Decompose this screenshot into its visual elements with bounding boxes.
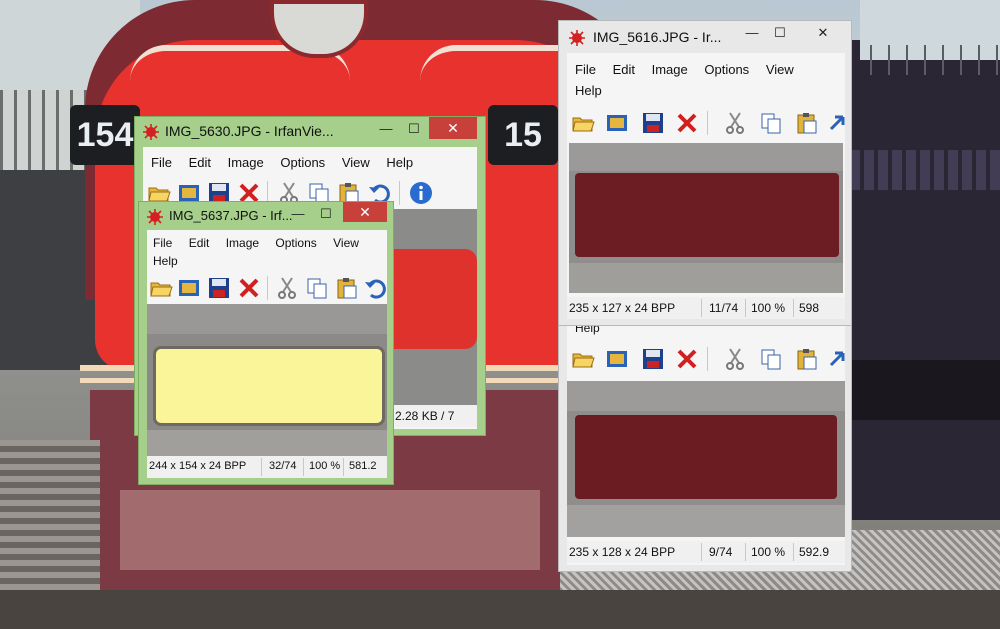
maximize-button[interactable]: ☐ [401,120,427,138]
irfanview-app-icon [569,30,585,46]
save-icon[interactable] [641,347,665,371]
delete-icon[interactable] [675,111,699,135]
title-bar[interactable]: IMG_5630.JPG - IrfanVie... — ☐ ✕ [135,117,485,147]
menu-file[interactable]: File [153,236,172,250]
open-folder-icon[interactable] [571,111,595,135]
menu-file[interactable]: File [575,62,596,77]
delete-icon[interactable] [675,347,699,371]
menu-options[interactable]: Options [280,155,325,170]
title-bar[interactable]: IMG_5616.JPG - Ir... — ☐ ✕ [559,21,851,51]
window-title: IMG_5630.JPG - IrfanVie... [165,123,334,139]
status-zoom: 100 % [309,460,341,472]
menu-bar: File Edit Image Options View Help [575,59,845,101]
open-folder-icon[interactable] [149,276,173,300]
status-file-size: 598 [799,301,820,315]
cut-icon[interactable] [723,347,747,371]
slideshow-icon[interactable] [605,347,629,371]
menu-edit[interactable]: Edit [189,155,211,170]
irfanview-window-img5637[interactable]: IMG_5637.JPG - Irf... — ☐ ✕ File Edit Im… [138,201,394,485]
toolbar [147,272,387,302]
number-board-right: 15 [488,105,558,165]
status-bar: 235 x 127 x 24 BPP 11/74 100 % 598 [567,297,845,319]
paste-icon[interactable] [335,276,359,300]
window-client-area: File Edit Image Options View Help 235 x … [567,53,845,319]
status-zoom: 100 % [751,545,786,559]
status-file-size: 581.2 [349,460,377,472]
close-button[interactable]: ✕ [803,24,843,42]
save-icon[interactable] [641,111,665,135]
irfanview-app-icon [143,124,159,140]
status-index: 9/74 [709,545,733,559]
status-dimensions: 244 x 154 x 24 BPP [149,460,247,472]
status-index: 11/74 [709,301,739,315]
copy-icon[interactable] [305,276,329,300]
undo-icon[interactable] [363,276,387,300]
paste-icon[interactable] [795,347,819,371]
menu-image[interactable]: Image [226,236,259,250]
menu-file[interactable]: File [151,155,172,170]
menu-help[interactable]: Help [386,155,413,170]
info-icon[interactable] [409,181,433,205]
save-icon[interactable] [207,276,231,300]
menu-options[interactable]: Options [275,236,316,250]
copy-icon[interactable] [759,111,783,135]
status-bar: 235 x 128 x 24 BPP 9/74 100 % 592.9 [567,541,845,563]
window-client-area: Help 235 x 128 x 24 BPP 9/74 100 % 592.9 [567,319,845,565]
copy-icon[interactable] [759,347,783,371]
menu-image[interactable]: Image [652,62,688,77]
menu-edit[interactable]: Edit [189,236,210,250]
arrow-icon[interactable] [829,111,845,135]
minimize-button[interactable]: — [285,205,311,223]
paste-icon[interactable] [795,111,819,135]
status-dimensions: 235 x 127 x 24 BPP [569,301,676,315]
cut-icon[interactable] [275,276,299,300]
status-dimensions: 235 x 128 x 24 BPP [569,545,676,559]
window-title: IMG_5616.JPG - Ir... [593,29,722,45]
status-index: 32/74 [269,460,297,472]
menu-help[interactable]: Help [153,254,178,268]
image-view-area[interactable] [569,143,843,293]
irfanview-window-lower-right[interactable]: Help 235 x 128 x 24 BPP 9/74 100 % 592.9 [558,318,852,572]
number-board-left: 154 [70,105,140,165]
menu-options[interactable]: Options [704,62,749,77]
maximize-button[interactable]: ☐ [313,205,339,223]
menu-bar: File Edit Image Options View Help [153,234,387,270]
close-button[interactable]: ✕ [429,117,477,139]
image-view-area[interactable] [147,304,387,456]
menu-view[interactable]: View [333,236,359,250]
slideshow-icon[interactable] [605,111,629,135]
title-bar[interactable]: IMG_5637.JPG - Irf... — ☐ ✕ [139,202,393,232]
open-folder-icon[interactable] [571,347,595,371]
window-client-area: File Edit Image Options View Help 244 x … [147,230,387,478]
window-title: IMG_5637.JPG - Irf... [169,208,293,223]
menu-bar: File Edit Image Options View Help [151,155,477,170]
status-zoom: 100 % [751,301,786,315]
slideshow-icon[interactable] [177,276,201,300]
image-view-area[interactable] [567,381,845,537]
toolbar [567,343,845,373]
arrow-icon[interactable] [829,347,845,371]
irfanview-window-img5616[interactable]: IMG_5616.JPG - Ir... — ☐ ✕ File Edit Ima… [558,20,852,326]
menu-edit[interactable]: Edit [613,62,635,77]
delete-icon[interactable] [237,276,261,300]
status-file-size: 592.9 [799,545,830,559]
menu-image[interactable]: Image [228,155,264,170]
status-bar: 244 x 154 x 24 BPP 32/74 100 % 581.2 [147,456,387,478]
toolbar [567,107,845,137]
menu-help[interactable]: Help [575,83,602,98]
close-button[interactable]: ✕ [343,202,387,222]
minimize-button[interactable]: — [739,24,765,42]
status-file-size: 2.28 KB / 7 [395,409,455,423]
minimize-button[interactable]: — [373,120,399,138]
menu-view[interactable]: View [342,155,370,170]
maximize-button[interactable]: ☐ [767,24,793,42]
irfanview-app-icon [147,209,163,225]
menu-view[interactable]: View [766,62,794,77]
cut-icon[interactable] [723,111,747,135]
